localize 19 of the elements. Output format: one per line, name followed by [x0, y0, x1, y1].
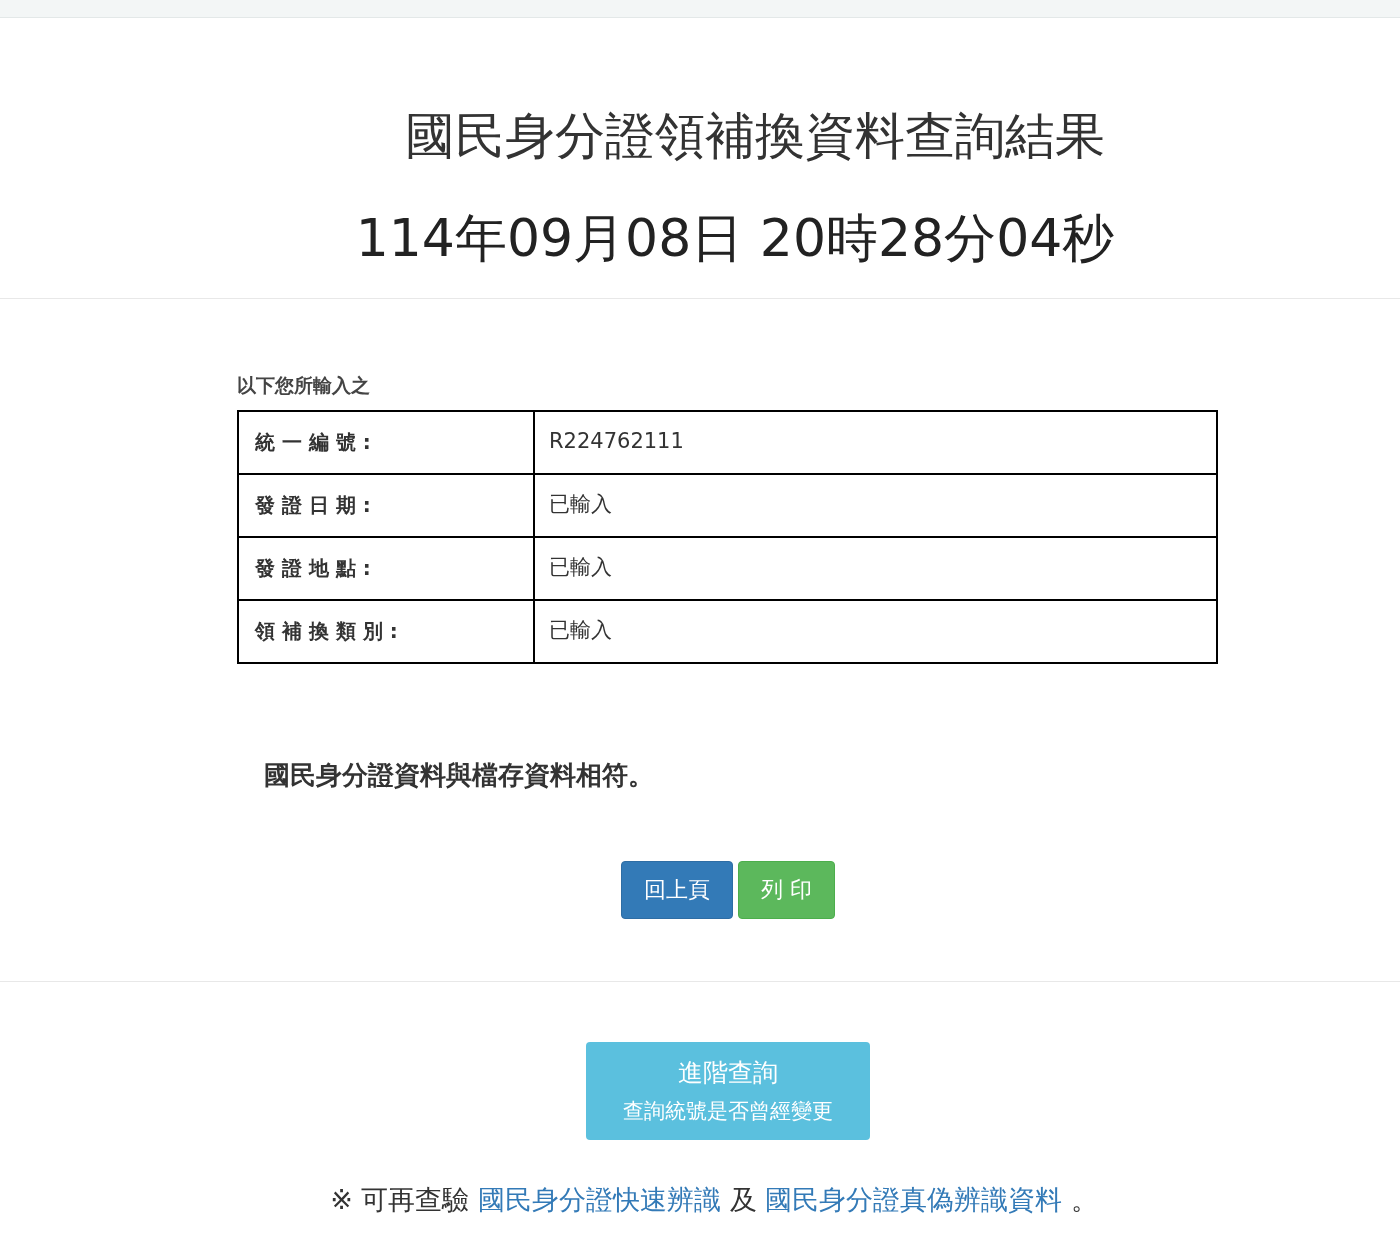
table-cell: 已輸入 [534, 599, 1217, 663]
result-message: 國民身分證資料與檔存資料相符。 [264, 758, 655, 792]
table-cell: R224762111 [534, 410, 1217, 474]
link[interactable]: 國民身分證真偽辨識資料 [765, 1183, 1063, 1215]
table-cell: 已輸入 [534, 536, 1217, 600]
page-title: 國民身分證領補換資料查詢結果 [404, 106, 1105, 166]
table-cell: 發 證 日 期 : [238, 473, 534, 537]
input-caption: 以下您所輸入之 [237, 373, 371, 398]
link[interactable]: 國民身分證快速辨識 [478, 1183, 721, 1215]
print-button[interactable]: 列 印 [738, 860, 835, 919]
button-subtitle: 查詢統號是否曾經變更 [623, 1097, 833, 1125]
verification-note: ※ 可再查驗 國民身分證快速辨識 及 國民身分證真偽辨識資料 。 [330, 1182, 1098, 1217]
query-timestamp: 114年09月08日 20時28分04秒 [354, 207, 1115, 270]
table-cell: 統 一 編 號 : [238, 410, 534, 474]
back-button[interactable]: 回上頁 [621, 860, 733, 919]
table-cell: 已輸入 [534, 473, 1217, 537]
table-cell: 領 補 換 類 別 : [238, 599, 534, 663]
button-title: 進階查詢 [678, 1057, 778, 1089]
table-cell: 發 證 地 點 : [238, 536, 534, 600]
